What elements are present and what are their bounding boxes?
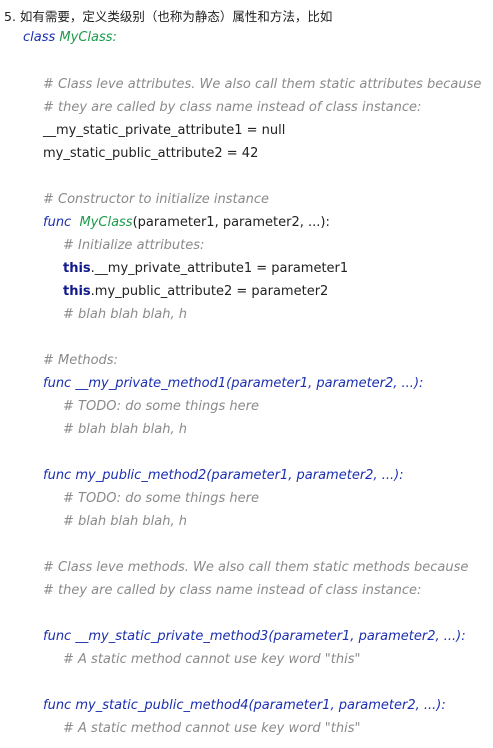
comment-line: # they are called by class name instead …	[43, 583, 422, 598]
comment-line: # they are called by class name instead …	[43, 100, 422, 115]
static-public-method-signature-line: func my_static_public_method4(parameter1…	[43, 694, 446, 717]
comment-line: # TODO: do some things here	[63, 399, 259, 414]
comment-line: # Constructor to initialize instance	[43, 192, 269, 207]
static-private-attribute-line: __my_static_private_attribute1 = null	[43, 123, 286, 138]
private-attribute-assign-line: this.__my_private_attribute1 = parameter…	[63, 257, 348, 280]
public-attribute-assign: .my_public_attribute2 = parameter2	[90, 284, 329, 299]
class-name: MyClass:	[59, 30, 117, 45]
func-keyword: func	[43, 698, 72, 713]
public-attribute-assign-line: this.my_public_attribute2 = parameter2	[63, 280, 328, 303]
static-public-method-signature: my_static_public_method4(parameter1, par…	[75, 698, 446, 713]
constructor-params: (parameter1, parameter2, ...):	[132, 215, 330, 230]
this-keyword: this	[63, 284, 91, 299]
func-keyword: func	[43, 629, 72, 644]
private-method-signature-line: func __my_private_method1(parameter1, pa…	[43, 372, 423, 395]
constructor-name: MyClass	[79, 215, 133, 230]
static-private-method-signature: __my_static_private_method3(parameter1, …	[75, 629, 466, 644]
private-method-signature: __my_private_method1(parameter1, paramet…	[75, 376, 424, 391]
class-keyword: class	[23, 30, 56, 45]
comment-line: # blah blah blah, h	[63, 422, 188, 437]
private-attribute-assign: .__my_private_attribute1 = parameter1	[90, 261, 349, 276]
static-public-attribute-line: my_static_public_attribute2 = 42	[43, 146, 259, 161]
comment-line: # blah blah blah, h	[63, 307, 188, 322]
constructor-signature-line: func MyClass(parameter1, parameter2, ...…	[43, 211, 330, 234]
class-declaration-line: class MyClass:	[23, 26, 117, 49]
comment-line: # Initialize attributes:	[63, 238, 205, 253]
func-keyword: func	[43, 376, 72, 391]
comment-line: # Methods:	[43, 353, 118, 368]
comment-line: # blah blah blah, h	[63, 514, 188, 529]
comment-line: # A static method cannot use key word "t…	[63, 721, 361, 736]
static-private-method-signature-line: func __my_static_private_method3(paramet…	[43, 625, 466, 648]
public-method-signature-line: func my_public_method2(parameter1, param…	[43, 464, 404, 487]
comment-line: # TODO: do some things here	[63, 491, 259, 506]
comment-line: # Class leve attributes. We also call th…	[43, 77, 482, 92]
comment-line: # A static method cannot use key word "t…	[63, 652, 361, 667]
func-keyword: func	[43, 468, 72, 483]
this-keyword: this	[63, 261, 91, 276]
public-method-signature: my_public_method2(parameter1, parameter2…	[75, 468, 404, 483]
section-heading: 5. 如有需要，定义类级别（也称为静态）属性和方法，比如	[4, 9, 333, 24]
func-keyword: func	[43, 215, 72, 230]
comment-line: # Class leve methods. We also call them …	[43, 560, 469, 575]
